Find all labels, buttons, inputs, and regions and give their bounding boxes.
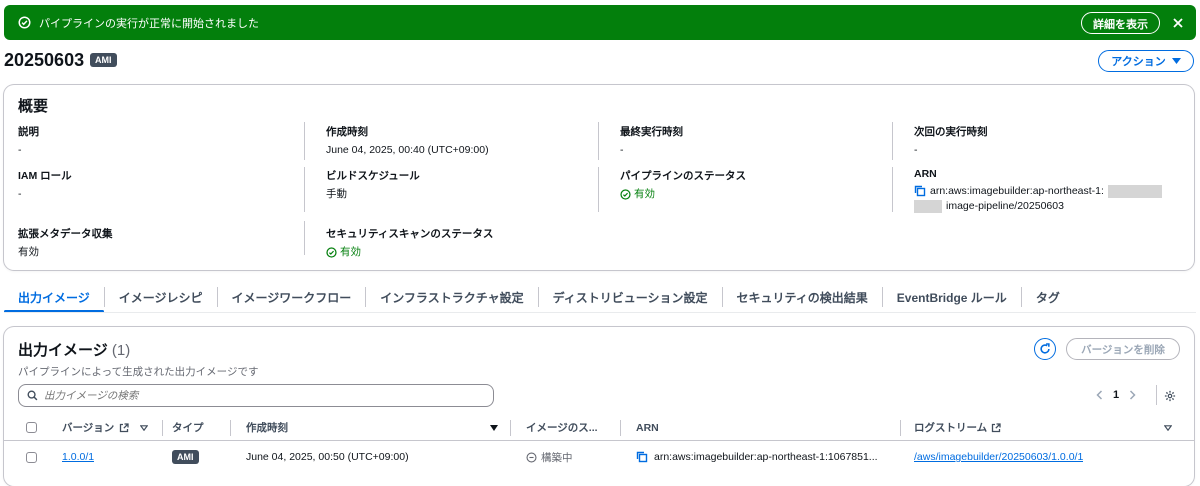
redacted-account-id bbox=[914, 199, 942, 213]
column-created-time[interactable]: 作成時刻 bbox=[246, 415, 288, 440]
column-divider bbox=[892, 122, 893, 160]
field-enhanced-metadata: 拡張メタデータ収集 有効 bbox=[18, 228, 113, 258]
type-badge: AMI bbox=[172, 450, 199, 464]
column-type[interactable]: タイプ bbox=[172, 415, 204, 440]
current-page[interactable]: 1 bbox=[1113, 389, 1119, 401]
gear-icon bbox=[1164, 390, 1176, 402]
tab-output-images[interactable]: 出力イメージ bbox=[4, 285, 104, 313]
table-row: 1.0.0/1 AMI June 04, 2025, 00:50 (UTC+09… bbox=[4, 442, 1194, 472]
column-arn[interactable]: ARN bbox=[636, 415, 659, 440]
arn-value-line2: image-pipeline/20250603 bbox=[946, 200, 1064, 212]
security-scan-status-value: 有効 bbox=[326, 245, 361, 259]
column-divider bbox=[892, 167, 893, 212]
sort-icon[interactable] bbox=[1164, 415, 1172, 440]
refresh-icon bbox=[1040, 343, 1050, 354]
status-success-icon bbox=[326, 246, 337, 258]
column-divider bbox=[598, 167, 599, 212]
output-images-count: (1) bbox=[111, 342, 131, 359]
log-stream-link[interactable]: /aws/imagebuilder/20250603/1.0.0/1 bbox=[914, 451, 1083, 463]
in-progress-icon bbox=[526, 451, 537, 463]
detail-tabs: 出力イメージ イメージレシピ イメージワークフロー インフラストラクチャ設定 デ… bbox=[4, 285, 1074, 313]
actions-button[interactable]: アクション bbox=[1098, 50, 1194, 72]
column-divider bbox=[304, 167, 305, 212]
version-link[interactable]: 1.0.0/1 bbox=[62, 451, 94, 463]
refresh-button[interactable] bbox=[1034, 338, 1056, 360]
overview-panel: 概要 説明 - 作成時刻 June 04, 2025, 00:40 (UTC+0… bbox=[4, 85, 1194, 270]
field-security-scan-status: セキュリティスキャンのステータス 有効 bbox=[326, 228, 494, 259]
sort-desc-icon[interactable] bbox=[490, 415, 498, 440]
sort-icon[interactable] bbox=[140, 424, 149, 431]
status-success-icon bbox=[620, 188, 631, 200]
overview-title: 概要 bbox=[18, 98, 49, 115]
tab-image-recipe[interactable]: イメージレシピ bbox=[105, 285, 217, 313]
field-last-run: 最終実行時刻 - bbox=[620, 126, 683, 156]
pipeline-status-value: 有効 bbox=[620, 187, 655, 201]
delete-version-button[interactable]: バージョンを削除 bbox=[1066, 338, 1180, 360]
flash-message: パイプラインの実行が正常に開始されました bbox=[39, 17, 259, 30]
column-divider bbox=[598, 122, 599, 160]
table-header: バージョン タイプ 作成時刻 イメージのス... ARN ログストリーム bbox=[4, 415, 1194, 441]
tab-image-workflow[interactable]: イメージワークフロー bbox=[218, 285, 366, 313]
pagination: 1 bbox=[1096, 389, 1136, 401]
column-divider bbox=[304, 221, 305, 255]
ami-badge: AMI bbox=[90, 53, 117, 67]
row-checkbox[interactable] bbox=[26, 442, 37, 472]
arn-value-line1: arn:aws:imagebuilder:ap-northeast-1: bbox=[930, 185, 1104, 197]
column-divider bbox=[304, 122, 305, 160]
tab-distribution-settings[interactable]: ディストリビューション設定 bbox=[539, 285, 722, 313]
page-title: 20250603 bbox=[4, 50, 85, 70]
output-images-title: 出力イメージ (1) bbox=[18, 342, 131, 359]
field-build-schedule: ビルドスケジュール 手動 bbox=[326, 170, 420, 200]
tab-eventbridge-rules[interactable]: EventBridge ルール bbox=[883, 285, 1021, 313]
tab-tags[interactable]: タグ bbox=[1022, 285, 1074, 313]
tab-security-findings[interactable]: セキュリティの検出結果 bbox=[723, 285, 882, 313]
search-field bbox=[18, 384, 494, 407]
output-images-panel: 出力イメージ (1) パイプラインによって生成された出力イメージです バージョン… bbox=[4, 327, 1194, 486]
caret-down-icon bbox=[1171, 58, 1181, 64]
search-input[interactable] bbox=[44, 389, 474, 402]
image-status-value: 構築中 bbox=[526, 450, 573, 465]
copy-icon[interactable] bbox=[636, 451, 648, 463]
chevron-left-icon[interactable] bbox=[1096, 390, 1103, 400]
select-all-checkbox[interactable] bbox=[26, 415, 37, 440]
success-check-icon bbox=[18, 16, 31, 29]
success-flashbar: パイプラインの実行が正常に開始されました 詳細を表示 bbox=[4, 5, 1196, 40]
search-icon bbox=[27, 390, 38, 401]
external-link-icon bbox=[120, 422, 129, 432]
field-next-run: 次回の実行時刻 - bbox=[914, 126, 988, 156]
column-image-status[interactable]: イメージのス... bbox=[526, 415, 598, 440]
pagination-divider bbox=[1156, 385, 1157, 405]
column-log-stream[interactable]: ログストリーム bbox=[914, 415, 1001, 440]
tab-infrastructure-config[interactable]: インフラストラクチャ設定 bbox=[366, 285, 537, 313]
chevron-right-icon[interactable] bbox=[1129, 390, 1136, 400]
output-images-description: パイプラインによって生成された出力イメージです bbox=[18, 366, 259, 378]
close-icon[interactable] bbox=[1172, 17, 1184, 29]
copy-icon[interactable] bbox=[914, 185, 926, 197]
field-description: 説明 - bbox=[18, 126, 39, 156]
row-created-time: June 04, 2025, 00:50 (UTC+09:00) bbox=[246, 451, 409, 463]
row-arn: arn:aws:imagebuilder:ap-northeast-1:1067… bbox=[654, 451, 878, 463]
field-arn: ARN arn:aws:imagebuilder:ap-northeast-1:… bbox=[914, 168, 1184, 213]
field-iam-role: IAM ロール - bbox=[18, 170, 72, 200]
view-details-button[interactable]: 詳細を表示 bbox=[1081, 11, 1160, 34]
tabs-underline bbox=[4, 312, 1196, 313]
column-version[interactable]: バージョン bbox=[62, 415, 162, 440]
redacted-account-id bbox=[1107, 184, 1162, 198]
settings-button[interactable] bbox=[1164, 390, 1176, 402]
field-created-time: 作成時刻 June 04, 2025, 00:40 (UTC+09:00) bbox=[326, 126, 489, 156]
external-link-icon bbox=[992, 422, 1001, 432]
field-pipeline-status: パイプラインのステータス 有効 bbox=[620, 170, 746, 201]
actions-button-label: アクション bbox=[1111, 56, 1166, 68]
